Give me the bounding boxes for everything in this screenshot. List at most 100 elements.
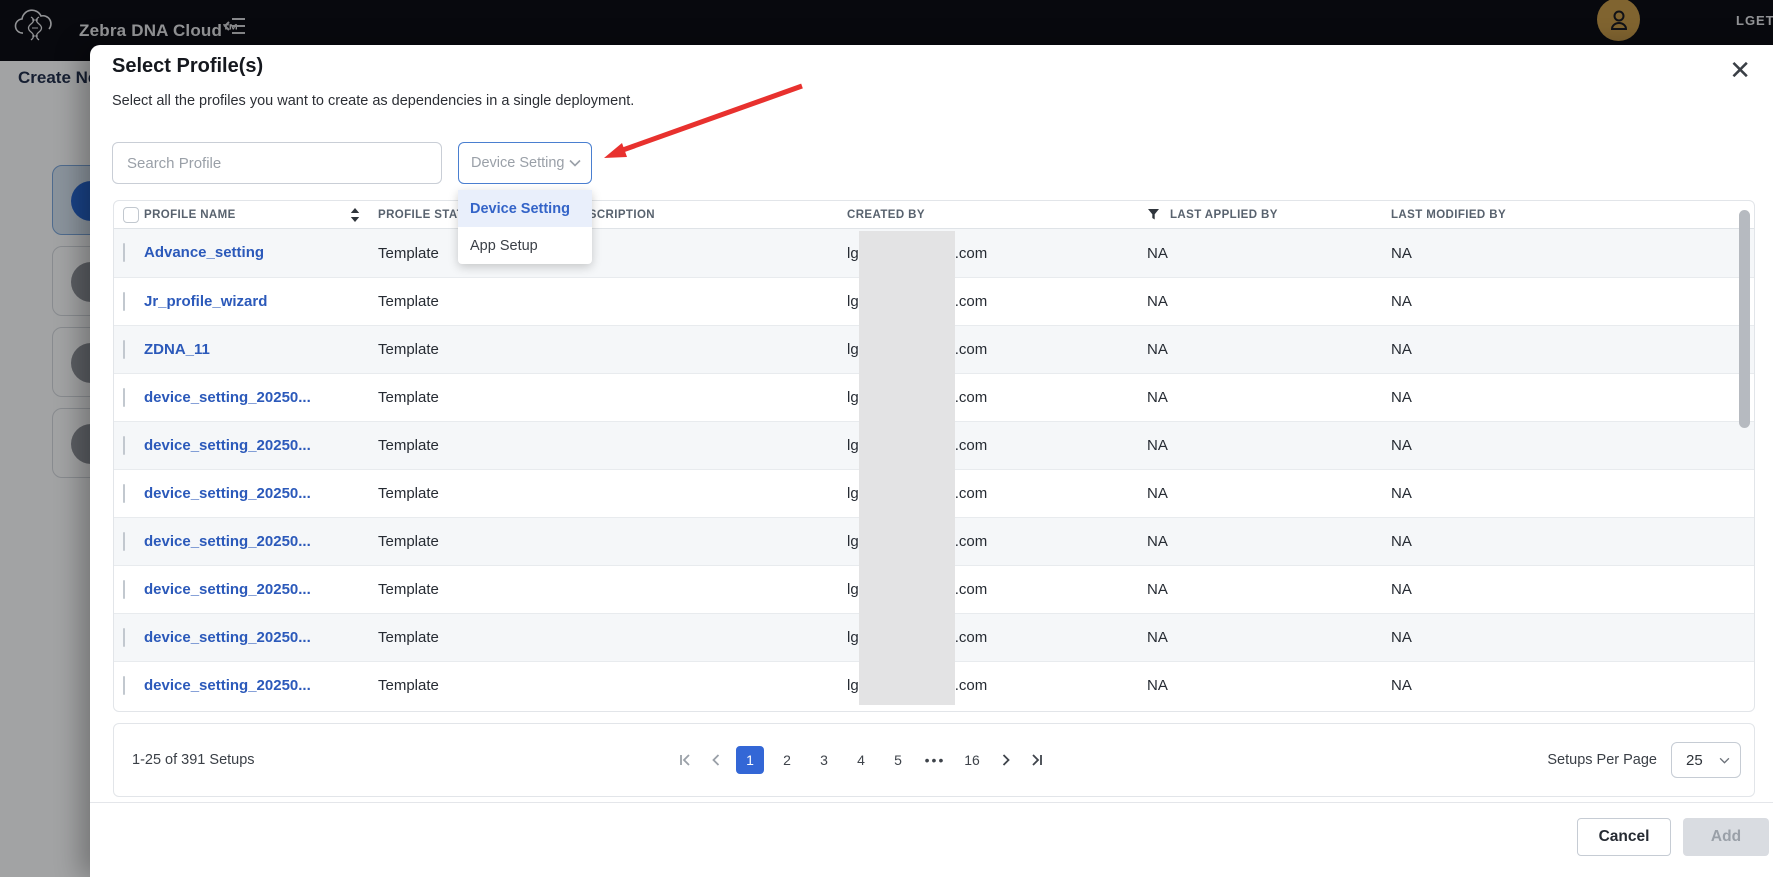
row-checkbox[interactable]: [123, 580, 125, 599]
created-by-suffix: .com: [955, 485, 988, 502]
profile-status-cell: Template: [374, 389, 564, 406]
profiles-table: PROFILE NAME PROFILE STATUS DESCRIPTION …: [113, 200, 1755, 712]
last-applied-by-cell: NA: [1134, 437, 1369, 454]
chevron-down-icon: [569, 159, 581, 167]
last-applied-by-cell: NA: [1134, 245, 1369, 262]
profile-name-link[interactable]: Advance_setting: [144, 244, 264, 261]
last-modified-by-cell: NA: [1369, 437, 1754, 454]
cancel-button[interactable]: Cancel: [1577, 818, 1671, 856]
next-page-icon[interactable]: [995, 749, 1017, 771]
per-page-select[interactable]: 25: [1671, 742, 1741, 778]
created-by-prefix: lg: [847, 245, 859, 262]
last-modified-by-cell: NA: [1369, 245, 1754, 262]
last-applied-by-cell: NA: [1134, 533, 1369, 550]
last-applied-by-cell: NA: [1134, 389, 1369, 406]
created-by-suffix: .com: [955, 389, 988, 406]
page-number-button[interactable]: 16: [958, 746, 986, 774]
dialog-subtitle: Select all the profiles you want to crea…: [112, 93, 634, 109]
last-applied-by-cell: NA: [1134, 293, 1369, 310]
profile-name-link[interactable]: ZDNA_11: [144, 341, 210, 358]
profile-name-link[interactable]: device_setting_20250...: [144, 437, 311, 454]
profile-name-link[interactable]: device_setting_20250...: [144, 629, 311, 646]
last-applied-by-cell: NA: [1134, 341, 1369, 358]
created-by-prefix: lg: [847, 341, 859, 358]
column-header-created-by[interactable]: CREATED BY: [834, 209, 1134, 221]
created-by-suffix: .com: [955, 245, 988, 262]
created-by-suffix: .com: [955, 437, 988, 454]
row-checkbox[interactable]: [123, 436, 125, 455]
created-by-suffix: .com: [955, 629, 988, 646]
row-checkbox[interactable]: [123, 628, 125, 647]
last-page-icon[interactable]: [1026, 749, 1048, 771]
column-header-last-applied-by[interactable]: LAST APPLIED BY: [1134, 208, 1369, 221]
row-checkbox[interactable]: [123, 340, 125, 359]
created-by-suffix: .com: [955, 677, 988, 694]
row-checkbox[interactable]: [123, 484, 125, 503]
profile-status-cell: Template: [374, 293, 564, 310]
profile-name-link[interactable]: device_setting_20250...: [144, 485, 311, 502]
filter-icon[interactable]: [1147, 208, 1160, 221]
close-icon[interactable]: ✕: [1729, 57, 1751, 83]
profile-status-cell: Template: [374, 341, 564, 358]
page-ellipsis: •••: [921, 746, 949, 774]
created-by-prefix: lg: [847, 437, 859, 454]
previous-page-icon[interactable]: [705, 749, 727, 771]
last-modified-by-cell: NA: [1369, 389, 1754, 406]
page-number-list: 12345 ••• 16: [736, 746, 986, 774]
created-by-prefix: lg: [847, 629, 859, 646]
row-checkbox[interactable]: [123, 292, 125, 311]
row-checkbox[interactable]: [123, 676, 125, 695]
page-number-button[interactable]: 1: [736, 746, 764, 774]
dialog-title: Select Profile(s): [112, 55, 263, 78]
table-scrollbar[interactable]: [1739, 210, 1750, 428]
column-header-last-modified-by[interactable]: LAST MODIFIED BY: [1369, 209, 1754, 221]
profile-name-link[interactable]: Jr_profile_wizard: [144, 293, 267, 310]
page-number-button[interactable]: 4: [847, 746, 875, 774]
profile-name-link[interactable]: device_setting_20250...: [144, 533, 311, 550]
page-number-button[interactable]: 3: [810, 746, 838, 774]
table-header-row: PROFILE NAME PROFILE STATUS DESCRIPTION …: [114, 201, 1754, 229]
pagination-range-label: 1-25 of 391 Setups: [132, 752, 255, 768]
dropdown-option-app-setup[interactable]: App Setup: [458, 227, 592, 264]
last-applied-by-cell: NA: [1134, 485, 1369, 502]
select-all-checkbox[interactable]: [123, 207, 139, 223]
chevron-down-icon: [1719, 757, 1730, 764]
profile-status-cell: Template: [374, 437, 564, 454]
profile-status-cell: Template: [374, 485, 564, 502]
search-input[interactable]: Search Profile: [112, 142, 442, 184]
last-applied-by-cell: NA: [1134, 677, 1369, 694]
row-checkbox[interactable]: [123, 532, 125, 551]
profile-name-link[interactable]: device_setting_20250...: [144, 389, 311, 406]
profile-type-dropdown-menu: Device Setting App Setup: [458, 190, 592, 264]
row-checkbox[interactable]: [123, 388, 125, 407]
last-modified-by-cell: NA: [1369, 677, 1754, 694]
profile-type-selected-value: Device Setting: [471, 155, 565, 171]
page-number-button[interactable]: 2: [773, 746, 801, 774]
last-applied-by-cell: NA: [1134, 581, 1369, 598]
profile-name-link[interactable]: device_setting_20250...: [144, 581, 311, 598]
profile-name-link[interactable]: device_setting_20250...: [144, 677, 311, 694]
created-by-prefix: lg: [847, 389, 859, 406]
last-modified-by-cell: NA: [1369, 293, 1754, 310]
profile-status-cell: Template: [374, 677, 564, 694]
pager: 12345 ••• 16: [674, 724, 1048, 796]
pagination-bar: 1-25 of 391 Setups 12345 ••• 16 Setups Per…: [113, 723, 1755, 797]
created-by-prefix: lg: [847, 677, 859, 694]
column-header-profile-name[interactable]: PROFILE NAME: [144, 208, 374, 222]
column-header-description[interactable]: DESCRIPTION: [564, 209, 834, 221]
add-button[interactable]: Add: [1683, 818, 1769, 856]
first-page-icon[interactable]: [674, 749, 696, 771]
dropdown-option-device-setting[interactable]: Device Setting: [458, 190, 592, 227]
profile-status-cell: Template: [374, 629, 564, 646]
last-modified-by-cell: NA: [1369, 629, 1754, 646]
per-page-label: Setups Per Page: [1547, 752, 1657, 768]
row-checkbox[interactable]: [123, 243, 125, 262]
profile-status-cell: Template: [374, 581, 564, 598]
profile-type-select[interactable]: Device Setting: [458, 142, 592, 184]
sort-icon[interactable]: [350, 208, 360, 222]
last-modified-by-cell: NA: [1369, 485, 1754, 502]
footer-divider: [90, 802, 1773, 803]
page-number-button[interactable]: 5: [884, 746, 912, 774]
last-modified-by-cell: NA: [1369, 533, 1754, 550]
created-by-prefix: lg: [847, 293, 859, 310]
